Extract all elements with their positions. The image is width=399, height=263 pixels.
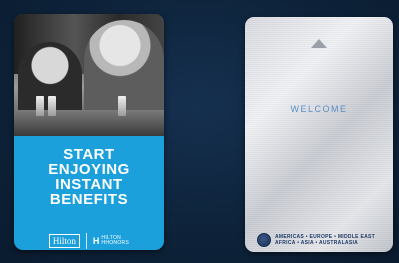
hilton-logo: Hilton: [48, 234, 80, 248]
celebration-photo: [14, 14, 164, 136]
region-line: AFRICA • ASIA • AUSTRALASIA: [275, 240, 359, 246]
hhonors-logo: H HILTON HHONORS: [92, 236, 130, 247]
brand-divider: [85, 233, 87, 249]
background: START ENJOYING INSTANT BENEFITS Hilton H…: [0, 0, 399, 263]
hhonors-text: HHONORS: [101, 240, 130, 246]
welcome-text: WELCOME: [290, 104, 348, 114]
headline-line: BENEFITS: [49, 191, 129, 208]
headline-line: INSTANT: [55, 176, 123, 193]
hhonors-mark: H: [92, 236, 100, 246]
triangle-up-icon: [311, 39, 327, 48]
headline-line: START: [63, 146, 115, 163]
room-key-card: WELCOME AMERICAS • EUROPE • MIDDLE EAST …: [245, 17, 393, 252]
brand-row: Hilton H HILTON HHONORS: [14, 230, 164, 250]
regions-block: AMERICAS • EUROPE • MIDDLE EAST AFRICA •…: [257, 232, 385, 248]
promo-key-card: START ENJOYING INSTANT BENEFITS Hilton H…: [14, 14, 164, 250]
globe-icon: [257, 233, 271, 247]
headline: START ENJOYING INSTANT BENEFITS: [14, 147, 164, 207]
headline-line: ENJOYING: [48, 161, 130, 178]
